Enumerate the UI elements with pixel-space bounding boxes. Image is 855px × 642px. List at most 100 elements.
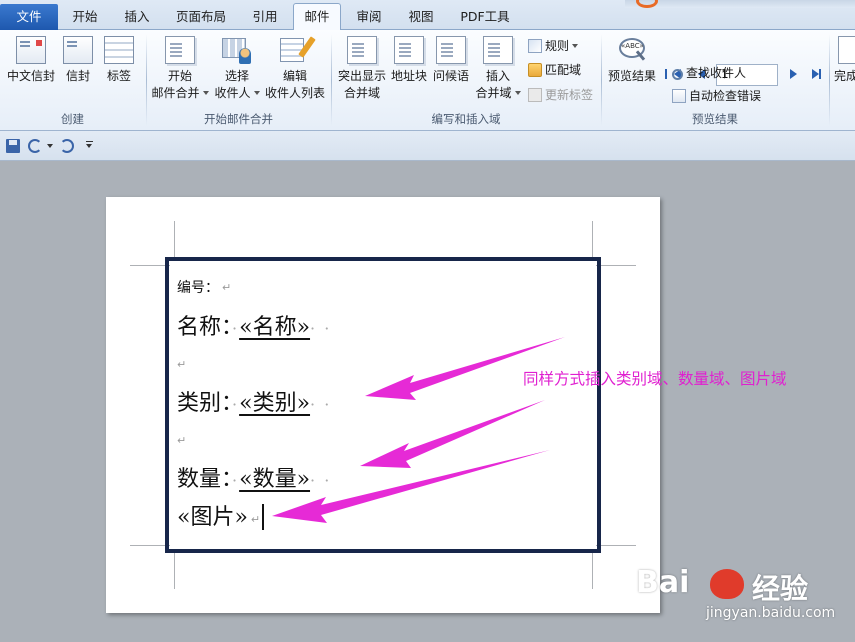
watermark-logo-text: Bai: [636, 565, 690, 600]
number-line: 编号： ↵: [177, 277, 231, 297]
picture-line: «图片» ↵: [177, 499, 265, 531]
tab-review[interactable]: 审阅: [344, 6, 394, 30]
auto-check-errors-button[interactable]: 自动检查错误: [672, 86, 761, 106]
name-line: 名称：·«名称»· ·: [177, 309, 331, 341]
name-label: 名称：: [177, 315, 233, 340]
recipients-icon: [222, 36, 252, 64]
quantity-line: 数量：·«数量»· ·: [177, 461, 331, 493]
select-recipients-button[interactable]: 选择 收件人: [212, 36, 262, 102]
start-mail-merge-button[interactable]: 开始 邮件合并: [150, 36, 210, 102]
highlight-label-2: 合并域: [343, 86, 380, 100]
paragraph-mark: ↵: [177, 358, 187, 371]
space-dots: · ·: [310, 319, 332, 338]
greeting-line-label: 问候语: [432, 69, 469, 83]
title-bar-corner: [625, 0, 855, 8]
last-record-icon[interactable]: [812, 69, 821, 79]
crop-mark: [130, 545, 170, 546]
highlight-label-1: 突出显示: [337, 69, 386, 83]
text-cursor: [262, 504, 265, 530]
name-merge-field[interactable]: «名称»: [239, 315, 310, 340]
crop-mark: [596, 265, 636, 266]
rules-button[interactable]: 规则: [528, 36, 579, 56]
tab-references[interactable]: 引用: [240, 6, 290, 30]
text-frame[interactable]: 编号： ↵ 名称：·«名称»· · ↵ 类别：·«类别»· · ↵ 数量：·«数量…: [165, 257, 601, 553]
rules-icon: [528, 39, 542, 53]
redo-icon[interactable]: [60, 139, 74, 153]
customize-toolbar-icon[interactable]: [86, 141, 93, 148]
group-label-write-insert: 编写和插入域: [431, 112, 501, 126]
finish-merge-icon: [838, 36, 855, 64]
tab-file[interactable]: 文件: [0, 4, 58, 30]
crop-mark: [174, 549, 175, 589]
address-block-icon: [394, 36, 424, 64]
baidu-paw-icon: [710, 569, 744, 599]
finish-merge-button[interactable]: 完成: [834, 36, 855, 85]
crop-mark: [592, 221, 593, 261]
insert-field-label-2: 合并域: [475, 86, 512, 100]
chevron-down-icon[interactable]: [47, 144, 53, 148]
rules-label: 规则: [545, 39, 570, 53]
chevron-down-icon: [572, 44, 579, 48]
next-record-icon[interactable]: [790, 69, 797, 79]
tab-mailings[interactable]: 邮件: [293, 3, 341, 31]
labels-icon: [104, 36, 134, 64]
envelope-icon: [16, 36, 46, 64]
insert-field-label-1: 插入: [485, 69, 510, 83]
update-labels-button[interactable]: 更新标签: [528, 85, 593, 105]
watermark-url: jingyan.baidu.com: [706, 605, 836, 621]
crop-mark: [174, 221, 175, 261]
preview-results-button[interactable]: 预览结果: [604, 36, 660, 85]
chevron-down-icon: [253, 91, 260, 95]
auto-check-errors-label: 自动检查错误: [689, 89, 762, 103]
insert-field-icon: [483, 36, 513, 64]
edit-list-icon: [280, 36, 310, 64]
tab-home[interactable]: 开始: [60, 6, 110, 30]
tab-page-layout[interactable]: 页面布局: [166, 6, 236, 30]
number-label: 编号：: [177, 280, 219, 296]
undo-icon[interactable]: [28, 139, 42, 153]
start-merge-label-2: 邮件合并: [151, 86, 200, 100]
edit-list-label-1: 编辑: [282, 69, 307, 83]
update-labels-icon: [528, 88, 542, 102]
ribbon-mailings: 中文信封 信封 标签 创建 开始 邮件合并 选择 收件人 编辑 收件人列表 开始…: [0, 30, 855, 131]
edit-list-label-2: 收件人列表: [264, 86, 325, 100]
quick-access-toolbar: [0, 131, 855, 161]
start-merge-label-1: 开始: [167, 69, 192, 83]
category-merge-field[interactable]: «类别»: [239, 391, 310, 416]
chinese-envelope-label: 中文信封: [6, 69, 55, 83]
watermark-cn-text: 经验: [752, 572, 809, 605]
paragraph-mark: ↵: [177, 434, 187, 447]
address-block-button[interactable]: 地址块: [389, 36, 429, 85]
baidu-jingyan-watermark: Bai 经验 jingyan.baidu.com: [612, 565, 852, 639]
group-label-preview: 预览结果: [692, 112, 738, 126]
envelope-label: 信封: [65, 69, 90, 83]
envelope-icon: [63, 36, 93, 64]
find-recipient-button[interactable]: 查找收件人: [672, 63, 746, 83]
finish-label: 完成: [834, 69, 855, 83]
space-dots: · ·: [310, 471, 332, 490]
match-fields-button[interactable]: 匹配域: [528, 60, 581, 80]
annotation-text: 同样方式插入类别域、数量域、图片域: [523, 370, 787, 388]
select-recipients-label-2: 收件人: [214, 86, 251, 100]
select-recipients-label-1: 选择: [224, 69, 249, 83]
greeting-line-button[interactable]: 问候语: [431, 36, 471, 85]
tab-insert[interactable]: 插入: [112, 6, 162, 30]
quantity-merge-field[interactable]: «数量»: [239, 467, 310, 492]
empty-line: ↵: [177, 433, 186, 449]
tab-view[interactable]: 视图: [396, 6, 446, 30]
preview-results-label: 预览结果: [607, 69, 656, 83]
labels-button[interactable]: 标签: [100, 36, 138, 85]
category-label: 类别：: [177, 391, 233, 416]
picture-merge-field[interactable]: «图片»: [177, 505, 248, 530]
document-page[interactable]: 编号： ↵ 名称：·«名称»· · ↵ 类别：·«类别»· · ↵ 数量：·«数量…: [106, 197, 660, 613]
chinese-envelope-button[interactable]: 中文信封: [4, 36, 58, 85]
paragraph-mark: ↵: [222, 281, 232, 294]
highlight-merge-fields-button[interactable]: 突出显示 合并域: [336, 36, 388, 102]
group-separator: [829, 34, 830, 126]
chevron-down-icon: [514, 91, 521, 95]
envelope-button[interactable]: 信封: [60, 36, 96, 85]
edit-recipient-list-button[interactable]: 编辑 收件人列表: [264, 36, 326, 102]
insert-merge-field-button[interactable]: 插入 合并域: [473, 36, 523, 102]
save-icon[interactable]: [6, 139, 20, 153]
tab-pdf-tools[interactable]: PDF工具: [450, 6, 520, 30]
